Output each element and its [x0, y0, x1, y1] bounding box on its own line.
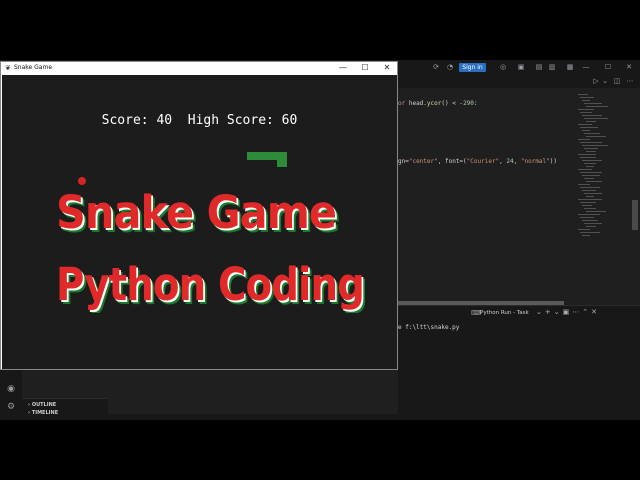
window-title: Snake Game	[14, 64, 53, 71]
vertical-scrollbar[interactable]	[632, 200, 638, 230]
minimap-line	[580, 142, 602, 143]
minimap-line	[578, 94, 588, 95]
minimap-line	[582, 220, 598, 221]
run-icon[interactable]: ▷	[592, 77, 600, 85]
minimap-line	[578, 109, 594, 110]
code-line: gn="center", font=("Courier", 24, "norma…	[398, 158, 558, 165]
minimap-line	[580, 157, 596, 158]
minimap-line	[584, 193, 602, 194]
terminal-tab-label[interactable]: Python Run - Task	[480, 310, 529, 316]
minimap-line	[578, 214, 600, 215]
minimap-line	[582, 100, 590, 101]
minimap-line	[582, 145, 608, 146]
minimap-line	[586, 136, 606, 137]
terminal-output: e f:\ltt\snake.py	[398, 324, 460, 331]
window-titlebar[interactable]: ❦ Snake Game — ☐ ✕	[1, 62, 397, 74]
minimap-line	[578, 124, 592, 125]
minimap-line	[582, 130, 590, 131]
minimap-line	[586, 106, 608, 107]
minimap-line	[586, 181, 602, 182]
back-icon[interactable]: ⟳	[432, 63, 440, 71]
minimize-icon[interactable]: —	[582, 63, 590, 71]
minimap-line	[578, 139, 590, 140]
minimap-line	[582, 115, 602, 116]
minimap-line	[586, 121, 596, 122]
minimap-line	[584, 208, 596, 209]
minimap-line	[586, 226, 596, 227]
layout-panel-icon[interactable]: ▤	[535, 63, 543, 71]
minimap-line	[580, 97, 594, 98]
minimap-line	[578, 154, 596, 155]
terminal-icon: ⌨	[471, 309, 482, 317]
minimap-line	[578, 229, 590, 230]
minimap-line	[582, 160, 602, 161]
account-icon[interactable]: ◉	[6, 384, 16, 394]
minimap-line	[582, 235, 590, 236]
minimap-line	[584, 223, 602, 224]
chevron-down-icon[interactable]: ⌄	[601, 77, 609, 85]
minimap-line	[584, 103, 602, 104]
minimap[interactable]	[572, 88, 630, 300]
minimap-line	[578, 184, 590, 185]
minimap-line	[586, 196, 594, 197]
panel-actions[interactable]: ⌄+⌄▣⋯⌃✕	[536, 308, 600, 316]
minimap-line	[580, 217, 594, 218]
sign-in-button[interactable]: Sign in	[459, 63, 486, 72]
close-button[interactable]: ✕	[376, 62, 398, 74]
minimap-line	[578, 199, 602, 200]
minimap-line	[580, 232, 600, 233]
minimap-line	[582, 175, 600, 176]
minimap-line	[582, 190, 596, 191]
outline-label: OUTLINE	[31, 402, 57, 408]
minimap-line	[580, 187, 600, 188]
minimap-line	[584, 148, 598, 149]
close-icon[interactable]: ✕	[625, 63, 633, 71]
minimap-line	[582, 205, 592, 206]
minimap-line	[586, 151, 596, 152]
snake-head	[277, 152, 287, 167]
overlay-title-line2: Python Coding	[56, 258, 365, 311]
maximize-button[interactable]: ☐	[354, 62, 376, 74]
minimap-line	[584, 163, 596, 164]
split-editor-icon[interactable]: ◫	[613, 77, 621, 85]
minimap-line	[584, 133, 600, 134]
terminal-panel: ⌨ Python Run - Task ⌄+⌄▣⋯⌃✕ e f:\ltt\sna…	[398, 305, 640, 420]
account-icon[interactable]: ◔	[446, 63, 454, 71]
minimap-line	[586, 211, 606, 212]
minimap-line	[580, 112, 592, 113]
minimap-line	[584, 118, 608, 119]
maximize-icon[interactable]: ☐	[604, 63, 612, 71]
overlay-title-line1: Snake Game	[56, 186, 337, 239]
gear-icon[interactable]: ⚙	[6, 402, 16, 412]
minimap-line	[580, 172, 602, 173]
copilot-icon[interactable]: ◎	[499, 63, 507, 71]
more-actions-icon[interactable]: ⋯	[626, 77, 634, 85]
minimize-button[interactable]: —	[332, 62, 354, 74]
score-display: Score: 40 High Score: 60	[101, 113, 298, 128]
minimap-line	[586, 166, 594, 167]
code-line: or head.ycor() < -290:	[398, 100, 478, 107]
activity-bar-bottom: ◉ ⚙	[0, 370, 22, 420]
minimap-line	[580, 127, 598, 128]
layout-secondary-icon[interactable]: ▥	[548, 63, 556, 71]
customize-layout-icon[interactable]: ▦	[566, 63, 574, 71]
turtle-feather-icon: ❦	[5, 64, 11, 72]
minimap-line	[580, 202, 596, 203]
layout-sidebar-icon[interactable]: ▣	[517, 63, 525, 71]
food-pellet	[78, 177, 86, 185]
editor-tab-bar: ▷ ⌄ ◫ ⋯	[398, 74, 640, 88]
outline-section[interactable]: › OUTLINE	[28, 402, 56, 408]
status-bar	[0, 414, 640, 420]
minimap-line	[578, 169, 592, 170]
minimap-line	[584, 178, 594, 179]
